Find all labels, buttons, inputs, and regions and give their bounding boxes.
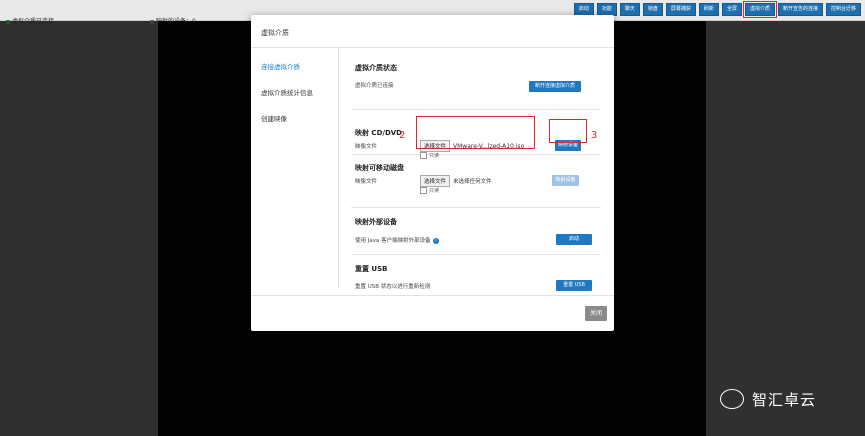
dialog-sidebar: 连接虚拟介质 虚拟介质统计信息 创建映像: [251, 48, 339, 288]
removable-choose-file-button[interactable]: 选择文件: [420, 175, 451, 187]
watermark-text: 智汇卓云: [752, 390, 817, 409]
removable-file-name: 未选择任何文件: [453, 179, 492, 185]
annotation-number-3: 3: [591, 130, 598, 141]
annotation-box-file: [416, 116, 535, 149]
section-map-cd-label: 映像文件: [355, 144, 378, 150]
toolbar-button-screen-capture[interactable]: 屏幕捕获: [665, 3, 696, 16]
toolbar-button-console-migrate[interactable]: 控制台迁移: [825, 3, 861, 16]
sidebar-item-virtual-media-stats[interactable]: 虚拟介质统计信息: [261, 87, 338, 97]
toolbar-button-refresh[interactable]: 刷新: [698, 3, 719, 16]
dialog-title: 虚拟介质: [261, 29, 289, 37]
toolbar-button-virtual-media[interactable]: 虚拟介质: [742, 1, 777, 18]
section-vm-status: 虚拟介质状态 虚拟介质已连接 断开连接虚拟介质: [351, 61, 601, 110]
section-reset-usb: 重置 USB 重置 USB 状态以进行重新检测 重置 USB: [351, 255, 601, 299]
section-reset-usb-text: 重置 USB 状态以进行重新检测: [355, 284, 431, 290]
section-vm-status-title: 虚拟介质状态: [355, 64, 397, 72]
removable-file-picker: 选择文件 未选择任何文件: [420, 175, 492, 187]
disconnect-virtual-media-button[interactable]: 断开连接虚拟介质: [529, 81, 581, 92]
close-button[interactable]: 关闭: [585, 306, 607, 321]
watermark: 智汇卓云: [720, 386, 816, 412]
dialog-header: 虚拟介质: [251, 15, 614, 48]
removable-readonly: 只读: [420, 187, 439, 194]
sidebar-item-connect-virtual-media[interactable]: 连接虚拟介质: [261, 61, 338, 71]
toolbar-button-fullscreen[interactable]: 全屏: [721, 3, 742, 16]
section-reset-usb-title: 重置 USB: [355, 265, 388, 273]
section-map-external-title: 映射外部设备: [355, 218, 397, 226]
removable-readonly-checkbox[interactable]: [420, 187, 427, 194]
annotation-box-map-button: [549, 119, 587, 143]
toolbar-button-chat[interactable]: 聊天: [619, 3, 640, 16]
section-map-removable-label: 映像文件: [355, 179, 378, 185]
section-map-external: 映射外部设备 使用 Java 客户端映射外部设备 i 启动: [351, 208, 601, 255]
section-map-external-text: 使用 Java 客户端映射外部设备 i: [355, 236, 439, 244]
dialog-content: 虚拟介质状态 虚拟介质已连接 断开连接虚拟介质 映射 CD/DVD 映像文件 选…: [351, 61, 601, 299]
launch-java-client-button[interactable]: 启动: [556, 234, 592, 245]
toolbar: 启动 功能 聊天 锁盘 屏幕捕获 刷新 全屏 虚拟介质 断开宣告的连接 控制台迁…: [573, 1, 861, 18]
wechat-logo-icon: [720, 389, 744, 409]
virtual-media-dialog: 虚拟介质 连接虚拟介质 虚拟介质统计信息 创建映像 虚拟介质状态 虚拟介质已连接…: [251, 15, 614, 331]
dialog-footer: 关闭: [251, 295, 614, 332]
toolbar-button-disconnect[interactable]: 断开宣告的连接: [777, 3, 823, 16]
map-external-text: 使用 Java 客户端映射外部设备: [355, 238, 431, 244]
toolbar-button-keyboard[interactable]: 锁盘: [642, 3, 663, 16]
info-icon[interactable]: i: [432, 237, 439, 244]
section-vm-status-text: 虚拟介质已连接: [355, 83, 394, 89]
annotation-number-2: 2: [399, 130, 406, 141]
section-map-removable: 映射可移动磁盘 映像文件 选择文件 未选择任何文件 只读 映射设备: [351, 155, 601, 208]
removable-map-device-button[interactable]: 映射设备: [552, 175, 579, 186]
section-map-removable-title: 映射可移动磁盘: [355, 164, 404, 172]
reset-usb-button[interactable]: 重置 USB: [556, 280, 592, 291]
section-map-cd-title: 映射 CD/DVD: [355, 129, 402, 137]
sidebar-item-create-image[interactable]: 创建映像: [261, 113, 338, 123]
removable-readonly-label: 只读: [429, 188, 440, 194]
